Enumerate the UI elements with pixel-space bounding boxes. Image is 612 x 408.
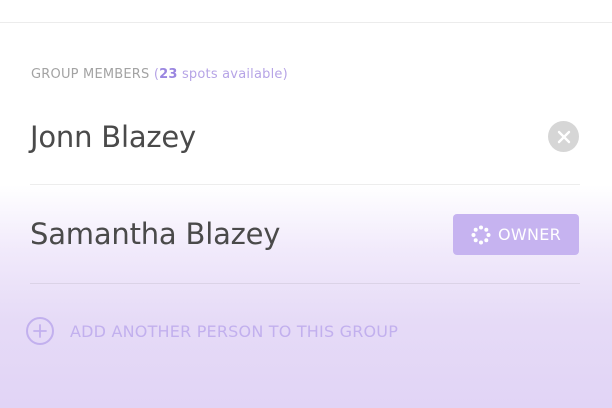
add-person-button[interactable]: ADD ANOTHER PERSON TO THIS GROUP	[26, 314, 398, 348]
owner-badge: OWNER	[453, 214, 579, 255]
group-members-title: GROUP MEMBERS	[31, 67, 150, 82]
top-bar	[0, 0, 612, 23]
spots-available-text: spots available)	[177, 67, 288, 82]
spots-count: 23	[159, 67, 178, 82]
member-divider	[30, 184, 580, 185]
add-person-label: ADD ANOTHER PERSON TO THIS GROUP	[70, 321, 399, 341]
plus-circle-icon	[26, 317, 54, 345]
owner-dots-icon	[471, 225, 491, 244]
group-members-header: GROUP MEMBERS (23 spots available)	[31, 67, 288, 82]
remove-member-button[interactable]	[548, 121, 579, 152]
close-icon	[557, 130, 570, 143]
member-name-samantha: Samantha Blazey	[30, 217, 281, 251]
member-divider	[30, 283, 580, 284]
member-name-jonn: Jonn Blazey	[30, 120, 197, 154]
owner-badge-label: OWNER	[497, 225, 562, 244]
